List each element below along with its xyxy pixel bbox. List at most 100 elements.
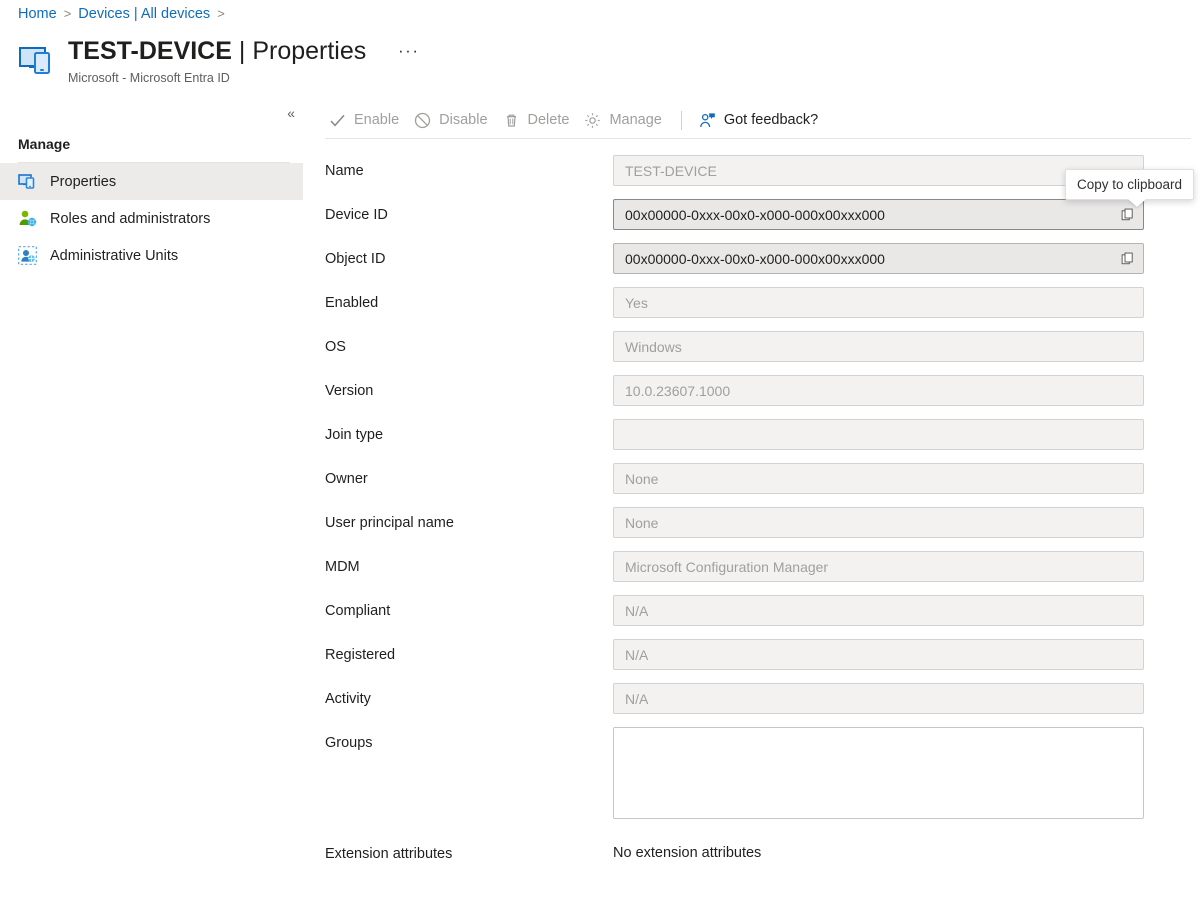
field-value: 10.0.23607.1000 xyxy=(614,383,730,399)
compliant-input[interactable]: N/A xyxy=(613,595,1144,626)
field-value: TEST-DEVICE xyxy=(614,163,717,179)
page-title-device: TEST-DEVICE xyxy=(68,37,232,65)
field-value: 00x00000-0xxx-00x0-x000-000x00xxx000 xyxy=(614,207,885,223)
field-value: N/A xyxy=(614,647,648,663)
field-label: Groups xyxy=(325,727,613,752)
delete-button-label: Delete xyxy=(528,112,570,128)
device-id-input[interactable]: 00x00000-0xxx-00x0-x000-000x00xxx000 xyxy=(613,199,1144,230)
field-label: Registered xyxy=(325,639,613,664)
form-row-name: Name TEST-DEVICE xyxy=(325,155,1191,186)
field-label: Owner xyxy=(325,463,613,488)
form-row-enabled: Enabled Yes xyxy=(325,287,1191,318)
toolbar-divider xyxy=(681,111,682,130)
field-label: Enabled xyxy=(325,287,613,312)
field-value: N/A xyxy=(614,603,648,619)
owner-input[interactable]: None xyxy=(613,463,1144,494)
more-options-button[interactable]: ··· xyxy=(398,43,419,59)
copy-to-clipboard-button[interactable] xyxy=(1116,247,1140,271)
groups-textarea[interactable] xyxy=(613,727,1144,819)
field-label: Join type xyxy=(325,419,613,444)
sidebar-heading: Manage xyxy=(18,136,70,152)
sidebar-item-label: Administrative Units xyxy=(50,248,178,264)
form-row-extension-attributes: Extension attributes No extension attrib… xyxy=(325,838,1191,863)
extension-attributes-value: No extension attributes xyxy=(613,838,761,863)
field-label: Compliant xyxy=(325,595,613,620)
field-label: Version xyxy=(325,375,613,400)
sidebar-item-label: Roles and administrators xyxy=(50,211,210,227)
form-row-join-type: Join type xyxy=(325,419,1191,450)
field-value: None xyxy=(614,515,658,531)
field-label: Extension attributes xyxy=(325,838,613,863)
form-row-version: Version 10.0.23607.1000 xyxy=(325,375,1191,406)
device-icon xyxy=(18,172,37,191)
feedback-person-icon xyxy=(699,112,716,129)
sidebar: « Manage Properties xyxy=(0,100,308,900)
page-title-separator: | xyxy=(232,37,252,65)
form-row-user-principal-name: User principal name None xyxy=(325,507,1191,538)
command-toolbar: Enable Disable Delete Manage xyxy=(325,104,829,136)
enable-button-label: Enable xyxy=(354,112,399,128)
enabled-input[interactable]: Yes xyxy=(613,287,1144,318)
chevron-right-icon: > xyxy=(64,4,72,24)
field-value: None xyxy=(614,471,658,487)
field-label: User principal name xyxy=(325,507,613,532)
breadcrumb: Home > Devices | All devices > xyxy=(18,4,225,24)
gear-icon xyxy=(584,112,601,129)
field-value: N/A xyxy=(614,691,648,707)
enable-button[interactable]: Enable xyxy=(325,105,410,135)
sidebar-item-roles-and-administrators[interactable]: Roles and administrators xyxy=(0,200,303,237)
form-row-mdm: MDM Microsoft Configuration Manager xyxy=(325,551,1191,582)
disable-button[interactable]: Disable xyxy=(410,105,498,135)
manage-button-label: Manage xyxy=(609,112,661,128)
sidebar-item-label: Properties xyxy=(50,174,116,190)
administrative-units-icon xyxy=(18,246,37,265)
user-principal-name-input[interactable]: None xyxy=(613,507,1144,538)
field-label: Activity xyxy=(325,683,613,708)
got-feedback-label: Got feedback? xyxy=(724,112,818,128)
page-header: TEST-DEVICE | Properties Microsoft - Mic… xyxy=(18,36,366,87)
activity-input[interactable]: N/A xyxy=(613,683,1144,714)
manage-button[interactable]: Manage xyxy=(580,105,672,135)
got-feedback-button[interactable]: Got feedback? xyxy=(695,105,829,135)
page-title: TEST-DEVICE | Properties xyxy=(68,36,366,67)
copy-tooltip: Copy to clipboard xyxy=(1065,169,1194,200)
form-row-owner: Owner None xyxy=(325,463,1191,494)
form-row-device-id: Device ID 00x00000-0xxx-00x0-x000-000x00… xyxy=(325,199,1191,230)
breadcrumb-item-devices[interactable]: Devices | All devices xyxy=(78,4,210,24)
field-label: MDM xyxy=(325,551,613,576)
tooltip-arrow xyxy=(1128,199,1146,207)
check-icon xyxy=(329,112,346,129)
field-label: Name xyxy=(325,155,613,180)
sidebar-item-administrative-units[interactable]: Administrative Units xyxy=(0,237,303,274)
form-row-object-id: Object ID 00x00000-0xxx-00x0-x000-000x00… xyxy=(325,243,1191,274)
sidebar-item-properties[interactable]: Properties xyxy=(0,163,303,200)
trash-icon xyxy=(503,112,520,129)
roles-icon xyxy=(18,209,37,228)
collapse-sidebar-button[interactable]: « xyxy=(287,106,295,120)
form-row-compliant: Compliant N/A xyxy=(325,595,1191,626)
breadcrumb-item-home[interactable]: Home xyxy=(18,4,57,24)
form-row-registered: Registered N/A xyxy=(325,639,1191,670)
field-label: OS xyxy=(325,331,613,356)
page-subtitle: Microsoft - Microsoft Entra ID xyxy=(68,70,366,87)
version-input[interactable]: 10.0.23607.1000 xyxy=(613,375,1144,406)
chevron-right-icon: > xyxy=(217,4,225,24)
disable-button-label: Disable xyxy=(439,112,487,128)
field-value: Microsoft Configuration Manager xyxy=(614,559,828,575)
field-label: Object ID xyxy=(325,243,613,268)
registered-input[interactable]: N/A xyxy=(613,639,1144,670)
device-icon xyxy=(18,41,56,79)
field-label: Device ID xyxy=(325,199,613,224)
sidebar-list: Properties Roles and administrators xyxy=(0,163,303,274)
toolbar-bottom-divider xyxy=(325,138,1191,139)
object-id-input[interactable]: 00x00000-0xxx-00x0-x000-000x00xxx000 xyxy=(613,243,1144,274)
copy-tooltip-text: Copy to clipboard xyxy=(1077,177,1182,192)
mdm-input[interactable]: Microsoft Configuration Manager xyxy=(613,551,1144,582)
form-row-activity: Activity N/A xyxy=(325,683,1191,714)
os-input[interactable]: Windows xyxy=(613,331,1144,362)
join-type-input[interactable] xyxy=(613,419,1144,450)
delete-button[interactable]: Delete xyxy=(499,105,581,135)
page-title-section: Properties xyxy=(252,37,366,65)
field-value: Yes xyxy=(614,295,648,311)
form-row-os: OS Windows xyxy=(325,331,1191,362)
